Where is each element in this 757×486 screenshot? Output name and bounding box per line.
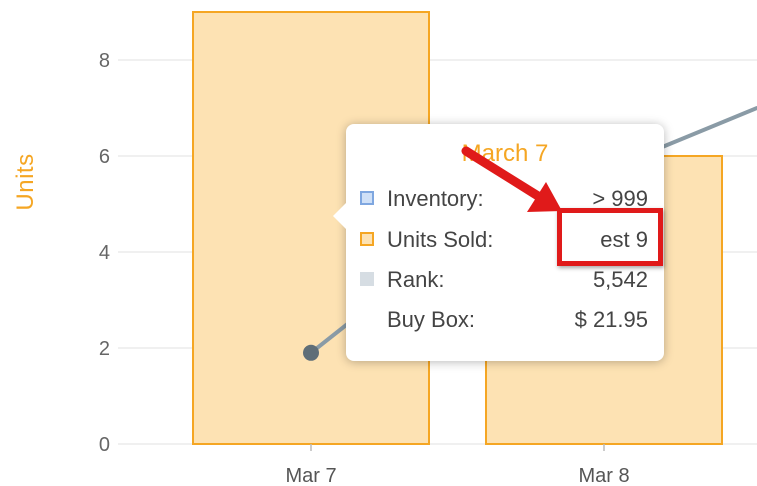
rank-value: 5,542 xyxy=(592,267,648,292)
units-sold-highlight-box xyxy=(557,208,663,266)
units-sold-label: Units Sold: xyxy=(387,227,494,252)
buy-box-value: $ 21.95 xyxy=(574,307,648,332)
rank-swatch-icon xyxy=(360,272,374,286)
x-tick-label: Mar 7 xyxy=(285,465,336,486)
tooltip-row-buy-box: Buy Box: $ 21.95 xyxy=(358,305,650,335)
y-tick-label: 6 xyxy=(99,146,110,168)
rank-label: Rank: xyxy=(387,267,445,292)
y-tick-label: 2 xyxy=(99,338,110,360)
y-tick-label: 4 xyxy=(99,242,110,264)
inventory-label: Inventory: xyxy=(387,186,484,211)
line-point xyxy=(303,344,319,361)
tooltip-row-rank: Rank: 5,542 xyxy=(358,265,650,295)
buy-box-label: Buy Box: xyxy=(387,307,476,332)
y-axis-title-text: Units xyxy=(12,153,39,211)
line-series xyxy=(653,106,757,152)
inventory-swatch-icon xyxy=(360,191,374,205)
y-tick-label: 0 xyxy=(99,434,110,456)
x-tick-label: Mar 8 xyxy=(578,465,629,486)
tooltip-pointer xyxy=(333,202,347,230)
tooltip-title: March 7 xyxy=(461,140,549,167)
y-axis-title: Units xyxy=(6,140,46,230)
units-sold-swatch-icon xyxy=(360,232,374,246)
y-tick-label: 8 xyxy=(99,50,110,72)
